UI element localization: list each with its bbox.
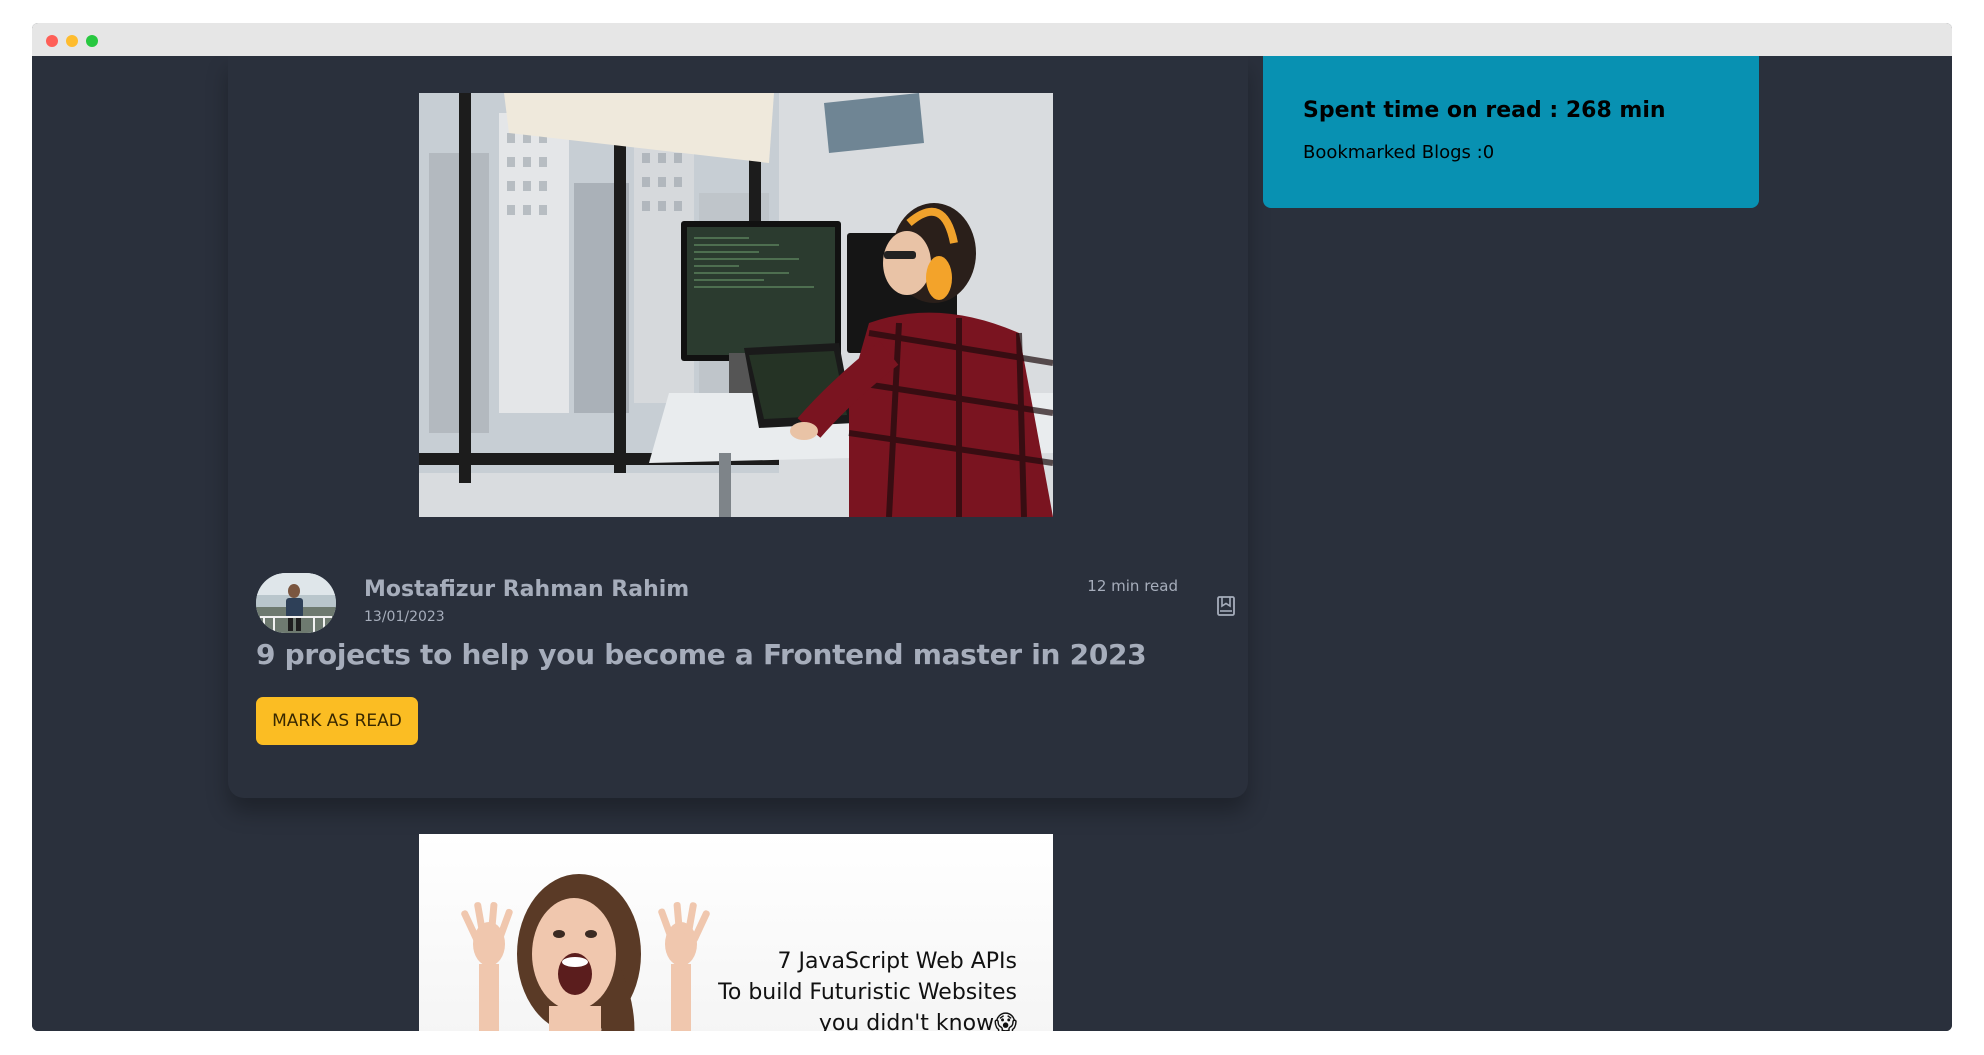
cover-caption-line: To build Futuristic Websites <box>718 980 1017 1005</box>
bookmark-button[interactable] <box>1216 595 1236 617</box>
page-viewport[interactable]: Mostafizur Rahman Rahim 13/01/2023 12 mi… <box>32 56 1952 1031</box>
blog-cover-image <box>419 93 1053 517</box>
read-time: 12 min read <box>1087 577 1178 595</box>
bookmarked-blogs-label: Bookmarked Blogs :0 <box>1303 142 1495 163</box>
author-avatar <box>256 573 336 633</box>
mark-as-read-button[interactable]: MARK AS READ <box>256 697 418 745</box>
spent-time-label: Spent time on read : 268 min <box>1303 98 1666 123</box>
minimize-window-button[interactable] <box>66 35 78 47</box>
avatar-illustration <box>256 573 336 633</box>
post-meta-row: Mostafizur Rahman Rahim 13/01/2023 12 mi… <box>256 573 1235 637</box>
post-date: 13/01/2023 <box>364 609 445 625</box>
cover-caption-line: you didn't know😱 <box>818 1011 1017 1031</box>
cover-image-illustration <box>419 93 1053 517</box>
author-name: Mostafizur Rahman Rahim <box>364 577 690 602</box>
reading-stats-panel: Spent time on read : 268 min Bookmarked … <box>1263 56 1759 208</box>
post-title[interactable]: 9 projects to help you become a Frontend… <box>256 638 1147 671</box>
browser-window: Mostafizur Rahman Rahim 13/01/2023 12 mi… <box>32 23 1952 1031</box>
maximize-window-button[interactable] <box>86 35 98 47</box>
window-titlebar <box>32 23 1952 56</box>
cover-caption-line: 7 JavaScript Web APIs <box>777 949 1018 974</box>
cover-image-caption: 7 JavaScript Web APIs To build Futuristi… <box>718 946 1017 1031</box>
second-blog-cover-image: 7 JavaScript Web APIs To build Futuristi… <box>419 834 1053 1031</box>
close-window-button[interactable] <box>46 35 58 47</box>
bookmark-icon <box>1217 596 1235 616</box>
